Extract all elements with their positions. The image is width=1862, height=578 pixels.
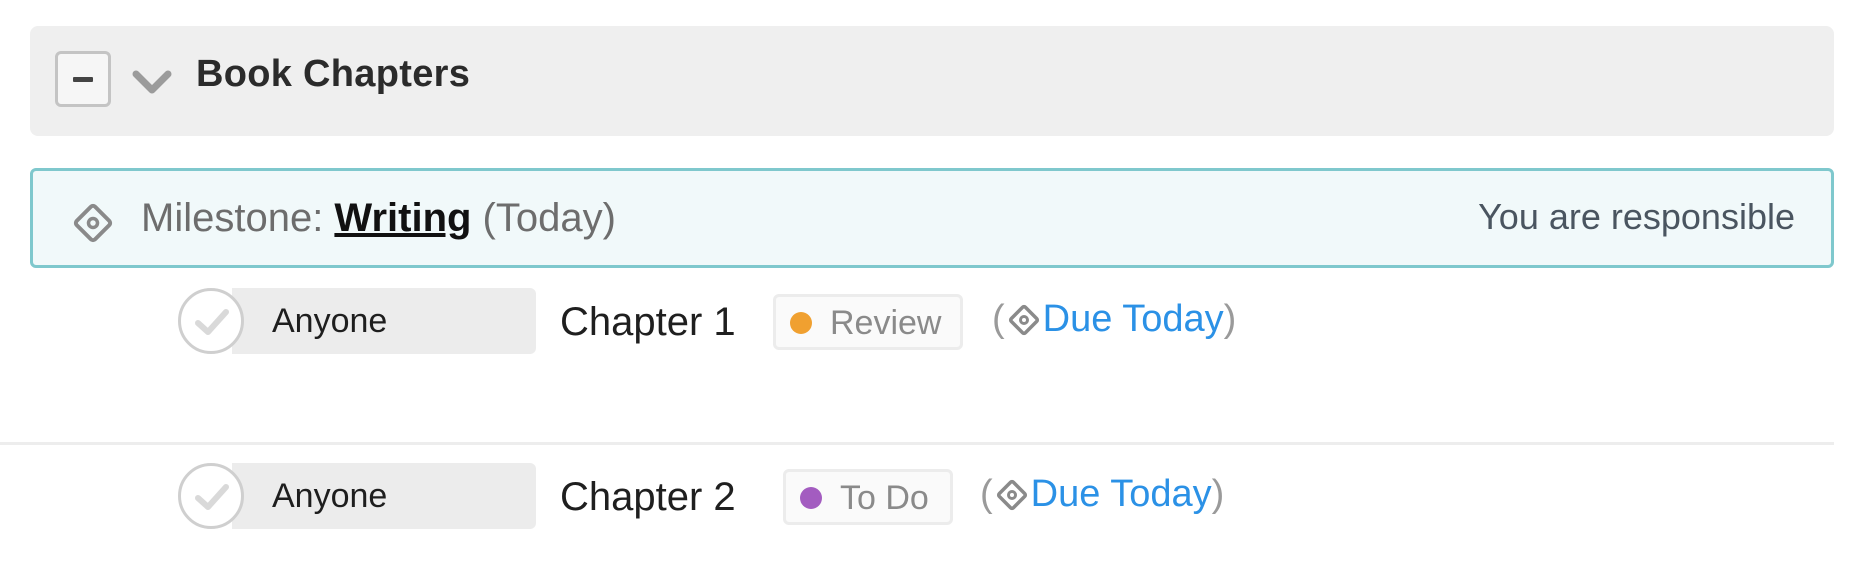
assignee-label: Anyone <box>272 477 388 515</box>
due-date: ( Due Today) <box>992 298 1236 341</box>
collapse-button[interactable] <box>55 51 111 107</box>
status-label: Review <box>830 304 942 342</box>
group-title: Book Chapters <box>196 53 471 95</box>
assignee-selector[interactable]: Anyone <box>232 463 536 529</box>
task-row: Anyone Chapter 2 To Do ( Due Today) <box>0 463 1862 543</box>
close-paren: ) <box>1211 473 1225 515</box>
status-badge[interactable]: Review <box>773 294 963 350</box>
group-header: Book Chapters <box>30 26 1834 136</box>
status-dot <box>800 487 822 509</box>
status-badge[interactable]: To Do <box>783 469 953 525</box>
task-name[interactable]: Chapter 1 <box>560 300 736 345</box>
status-dot <box>790 312 812 334</box>
check-icon <box>195 484 229 510</box>
close-paren: ) <box>1223 298 1237 340</box>
milestone-due-label: (Today) <box>471 196 616 240</box>
responsibility-label: You are responsible <box>1478 196 1795 237</box>
task-name[interactable]: Chapter 2 <box>560 475 736 520</box>
milestone-text: Milestone: Writing (Today) <box>141 196 616 241</box>
task-row: Anyone Chapter 1 Review ( Due Today) <box>0 288 1862 368</box>
milestone-link[interactable]: Writing <box>334 196 471 240</box>
assignee-label: Anyone <box>272 302 388 340</box>
open-paren: ( <box>992 298 1005 340</box>
milestone-bar: Milestone: Writing (Today) You are respo… <box>30 168 1834 268</box>
chevron-down-icon[interactable] <box>130 66 174 98</box>
status-label: To Do <box>840 479 929 517</box>
assignee-selector[interactable]: Anyone <box>232 288 536 354</box>
milestone-diamond-icon <box>996 479 1027 511</box>
open-paren: ( <box>980 473 993 515</box>
due-date-link[interactable]: Due Today <box>1031 473 1212 515</box>
milestone-diamond-icon <box>73 203 113 243</box>
due-date-link[interactable]: Due Today <box>1043 298 1224 340</box>
row-divider <box>0 442 1834 445</box>
complete-checkbox[interactable] <box>178 288 244 354</box>
check-icon <box>195 309 229 335</box>
minus-icon <box>73 77 93 82</box>
milestone-prefix: Milestone: <box>141 196 335 240</box>
milestone-diamond-icon <box>1008 304 1039 336</box>
complete-checkbox[interactable] <box>178 463 244 529</box>
due-date: ( Due Today) <box>980 473 1224 516</box>
